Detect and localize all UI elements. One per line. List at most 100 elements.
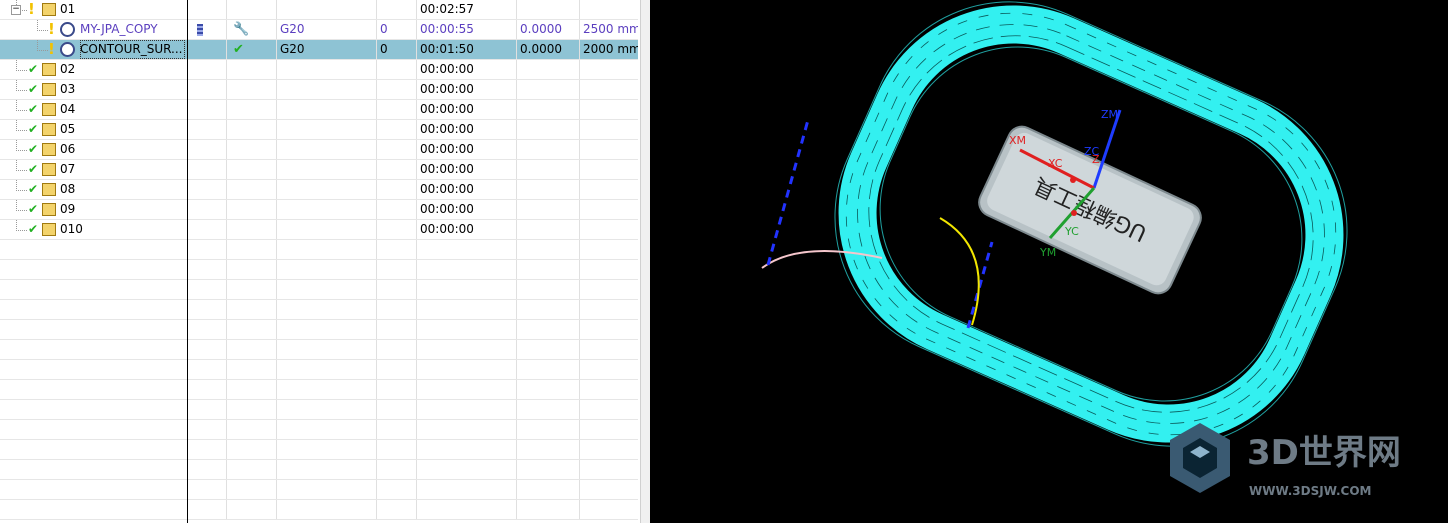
tree-line	[16, 120, 27, 131]
xm-label: XM	[1009, 134, 1026, 147]
cell-feed: 2500 mm	[583, 22, 638, 36]
wrench-icon: 🔧	[233, 22, 250, 37]
empty-row[interactable]	[0, 320, 638, 340]
empty-row[interactable]	[0, 340, 638, 360]
complete-check-icon: ✔	[28, 102, 39, 116]
empty-row[interactable]	[0, 380, 638, 400]
empty-row[interactable]	[0, 360, 638, 380]
cell-name[interactable]: 09	[60, 200, 185, 219]
program-folder-icon	[42, 143, 56, 156]
empty-row[interactable]	[0, 240, 638, 260]
complete-check-icon: ✔	[28, 222, 39, 236]
complete-check-icon: ✔	[28, 202, 39, 216]
tree-line	[16, 140, 27, 151]
cell-path: G20	[280, 22, 305, 36]
operation-icon	[60, 22, 75, 37]
tool-change-icon	[197, 24, 203, 36]
cell-time: 00:00:00	[420, 222, 474, 236]
warning-icon: !	[28, 0, 35, 18]
watermark-url: WWW.3DSJW.COM	[1249, 484, 1371, 498]
cell-time: 00:00:00	[420, 62, 474, 76]
tree-line	[16, 100, 27, 111]
tree-line	[16, 180, 27, 191]
program-group-row[interactable]: −! 01 00:02:57	[0, 0, 638, 20]
cell-time: 00:01:50	[420, 42, 474, 56]
cell-name[interactable]: 010	[60, 220, 185, 239]
cell-time: 00:00:00	[420, 102, 474, 116]
program-group-row[interactable]: ✔ 05 00:00:00	[0, 120, 638, 140]
program-group-row[interactable]: ✔ 08 00:00:00	[0, 180, 638, 200]
operation-row[interactable]: ! CONTOUR_SUR... G20 0 00:01:50 0.0000 2000 mm…	[0, 40, 638, 60]
cell-name[interactable]: 05	[60, 120, 185, 139]
program-folder-icon	[42, 203, 56, 216]
yc-label: YC	[1064, 225, 1079, 238]
complete-check-icon: ✔	[28, 82, 39, 96]
cell-name[interactable]: 06	[60, 140, 185, 159]
empty-row[interactable]	[0, 280, 638, 300]
program-folder-icon	[42, 183, 56, 196]
program-group-row[interactable]: ✔ 04 00:00:00	[0, 100, 638, 120]
empty-row[interactable]	[0, 260, 638, 280]
complete-check-icon: ✔	[28, 62, 39, 76]
collapse-toggle-icon[interactable]: −	[11, 5, 21, 15]
xc-label: XC	[1048, 157, 1063, 170]
tree-line	[37, 40, 48, 51]
ym-label: YM	[1039, 246, 1056, 259]
operation-navigator[interactable]: −! 01 00:02:57! MY-JPA_COPY G20 0 00:00:55 0.00…	[0, 0, 640, 523]
cell-feed: 2000 mm	[583, 42, 638, 56]
cell-time: 00:00:00	[420, 122, 474, 136]
program-folder-icon	[42, 63, 56, 76]
generated-check-icon: ✔	[233, 42, 244, 57]
program-group-row[interactable]: ✔ 07 00:00:00	[0, 160, 638, 180]
graphics-viewport[interactable]: UG编程工具 XM XC ZM ZC Z YM YC 3D世界网 WWW.3DS…	[650, 0, 1448, 523]
empty-row[interactable]	[0, 500, 638, 520]
program-group-row[interactable]: ✔ 02 00:00:00	[0, 60, 638, 80]
tree-line	[37, 20, 48, 31]
cell-name[interactable]: 03	[60, 80, 185, 99]
complete-check-icon: ✔	[28, 162, 39, 176]
cell-name[interactable]: CONTOUR_SUR...	[80, 40, 185, 59]
empty-row[interactable]	[0, 460, 638, 480]
tree-line	[16, 220, 27, 231]
complete-check-icon: ✔	[28, 182, 39, 196]
program-folder-icon	[42, 223, 56, 236]
cell-time: 00:00:00	[420, 142, 474, 156]
tree-line	[16, 200, 27, 211]
cell-name[interactable]: 02	[60, 60, 185, 79]
program-folder-icon	[42, 83, 56, 96]
empty-row[interactable]	[0, 480, 638, 500]
cell-name[interactable]: 07	[60, 160, 185, 179]
operation-icon	[60, 42, 75, 57]
empty-row[interactable]	[0, 420, 638, 440]
watermark-brand: 3D世界网	[1247, 433, 1401, 473]
program-folder-icon	[42, 123, 56, 136]
cell-name[interactable]: 08	[60, 180, 185, 199]
operation-row[interactable]: ! MY-JPA_COPY G20 0 00:00:55 0.0000 2500 mm 🔧	[0, 20, 638, 40]
cell-name[interactable]: 01	[60, 0, 185, 19]
cell-time: 00:00:55	[420, 22, 474, 36]
cell-time: 00:00:00	[420, 182, 474, 196]
cell-time: 00:00:00	[420, 202, 474, 216]
tree-line	[16, 160, 27, 171]
cell-path: G20	[280, 42, 305, 56]
empty-row[interactable]	[0, 440, 638, 460]
cell-stock: 0.0000	[520, 42, 562, 56]
cell-name[interactable]: MY-JPA_COPY	[80, 20, 185, 39]
cell-name[interactable]: 04	[60, 100, 185, 119]
program-folder-icon	[42, 163, 56, 176]
program-group-row[interactable]: ✔ 06 00:00:00	[0, 140, 638, 160]
tree-line	[16, 80, 27, 91]
cell-time: 00:00:00	[420, 82, 474, 96]
z-label: Z	[1092, 153, 1100, 166]
empty-row[interactable]	[0, 400, 638, 420]
cell-cutcom: 0	[380, 42, 388, 56]
rapid-line	[766, 119, 810, 266]
program-folder-icon	[42, 103, 56, 116]
panel-splitter[interactable]	[640, 0, 650, 523]
empty-row[interactable]	[0, 300, 638, 320]
program-group-row[interactable]: ✔ 03 00:00:00	[0, 80, 638, 100]
program-group-row[interactable]: ✔ 010 00:00:00	[0, 220, 638, 240]
program-group-row[interactable]: ✔ 09 00:00:00	[0, 200, 638, 220]
column-divider[interactable]	[187, 0, 188, 523]
zm-label: ZM	[1101, 108, 1118, 121]
